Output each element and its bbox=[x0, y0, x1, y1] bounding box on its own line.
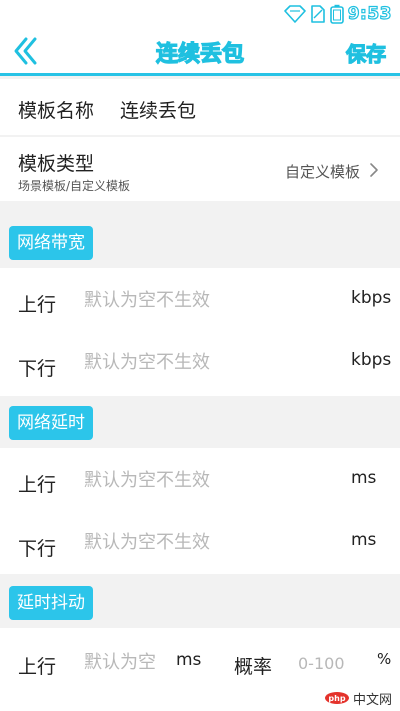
jitter-uplink-input[interactable] bbox=[84, 648, 164, 676]
latency-uplink-label: 上行 bbox=[18, 474, 57, 496]
latency-downlink-label: 下行 bbox=[18, 538, 57, 560]
template-type-hint: 场景模板/自定义模板 bbox=[18, 179, 131, 193]
status-bar: 9:53 bbox=[0, 0, 400, 28]
latency-downlink-input[interactable] bbox=[84, 528, 334, 556]
section-jitter-title: 延时抖动 bbox=[9, 586, 93, 620]
jitter-probability-label: 概率 bbox=[234, 656, 273, 678]
status-time: 9:53 bbox=[347, 3, 392, 24]
back-chevron-icon bbox=[14, 37, 37, 65]
bandwidth-uplink-input[interactable] bbox=[84, 286, 334, 314]
jitter-probability-input[interactable] bbox=[298, 650, 368, 676]
template-name-label: 模板名称 bbox=[18, 100, 95, 122]
jitter-uplink-unit: ms bbox=[176, 650, 202, 670]
template-type-label: 模板类型 bbox=[18, 153, 95, 175]
watermark-text: 中文网 bbox=[352, 692, 392, 708]
battery-icon bbox=[329, 4, 344, 24]
bandwidth-downlink-unit: kbps bbox=[351, 350, 392, 370]
watermark: php 中文网 bbox=[319, 687, 396, 709]
template-type-value: 自定义模板 bbox=[284, 163, 360, 181]
page-title: 连续丢包 bbox=[155, 41, 244, 67]
latency-block: 上行 ms 下行 ms bbox=[0, 448, 400, 574]
latency-uplink-unit: ms bbox=[351, 468, 377, 488]
save-button[interactable]: 保存 bbox=[345, 38, 386, 67]
sim-icon bbox=[310, 5, 326, 23]
bandwidth-uplink-label: 上行 bbox=[18, 294, 57, 316]
section-bandwidth-title: 网络带宽 bbox=[9, 226, 93, 260]
bandwidth-block: 上行 kbps 下行 kbps bbox=[0, 268, 400, 396]
svg-text:php: php bbox=[328, 694, 345, 703]
latency-uplink-input[interactable] bbox=[84, 466, 334, 494]
jitter-probability-unit: % bbox=[377, 650, 392, 668]
template-name-row[interactable]: 模板名称 连续丢包 bbox=[0, 79, 400, 135]
section-latency-title: 网络延时 bbox=[9, 406, 93, 440]
wifi-icon bbox=[283, 5, 306, 23]
template-name-value: 连续丢包 bbox=[120, 100, 197, 122]
bandwidth-downlink-label: 下行 bbox=[18, 358, 57, 380]
nav-bar: 连续丢包 保存 bbox=[0, 28, 400, 76]
latency-downlink-unit: ms bbox=[351, 530, 377, 550]
status-icons: 9:53 bbox=[283, 3, 392, 25]
back-button[interactable] bbox=[10, 34, 44, 68]
bandwidth-uplink-unit: kbps bbox=[351, 288, 392, 308]
bandwidth-downlink-input[interactable] bbox=[84, 348, 334, 376]
template-type-row[interactable]: 模板类型 场景模板/自定义模板 自定义模板 bbox=[0, 137, 400, 201]
jitter-uplink-label: 上行 bbox=[18, 656, 57, 678]
chevron-right-icon bbox=[370, 163, 378, 177]
php-logo-icon: php bbox=[324, 692, 349, 704]
